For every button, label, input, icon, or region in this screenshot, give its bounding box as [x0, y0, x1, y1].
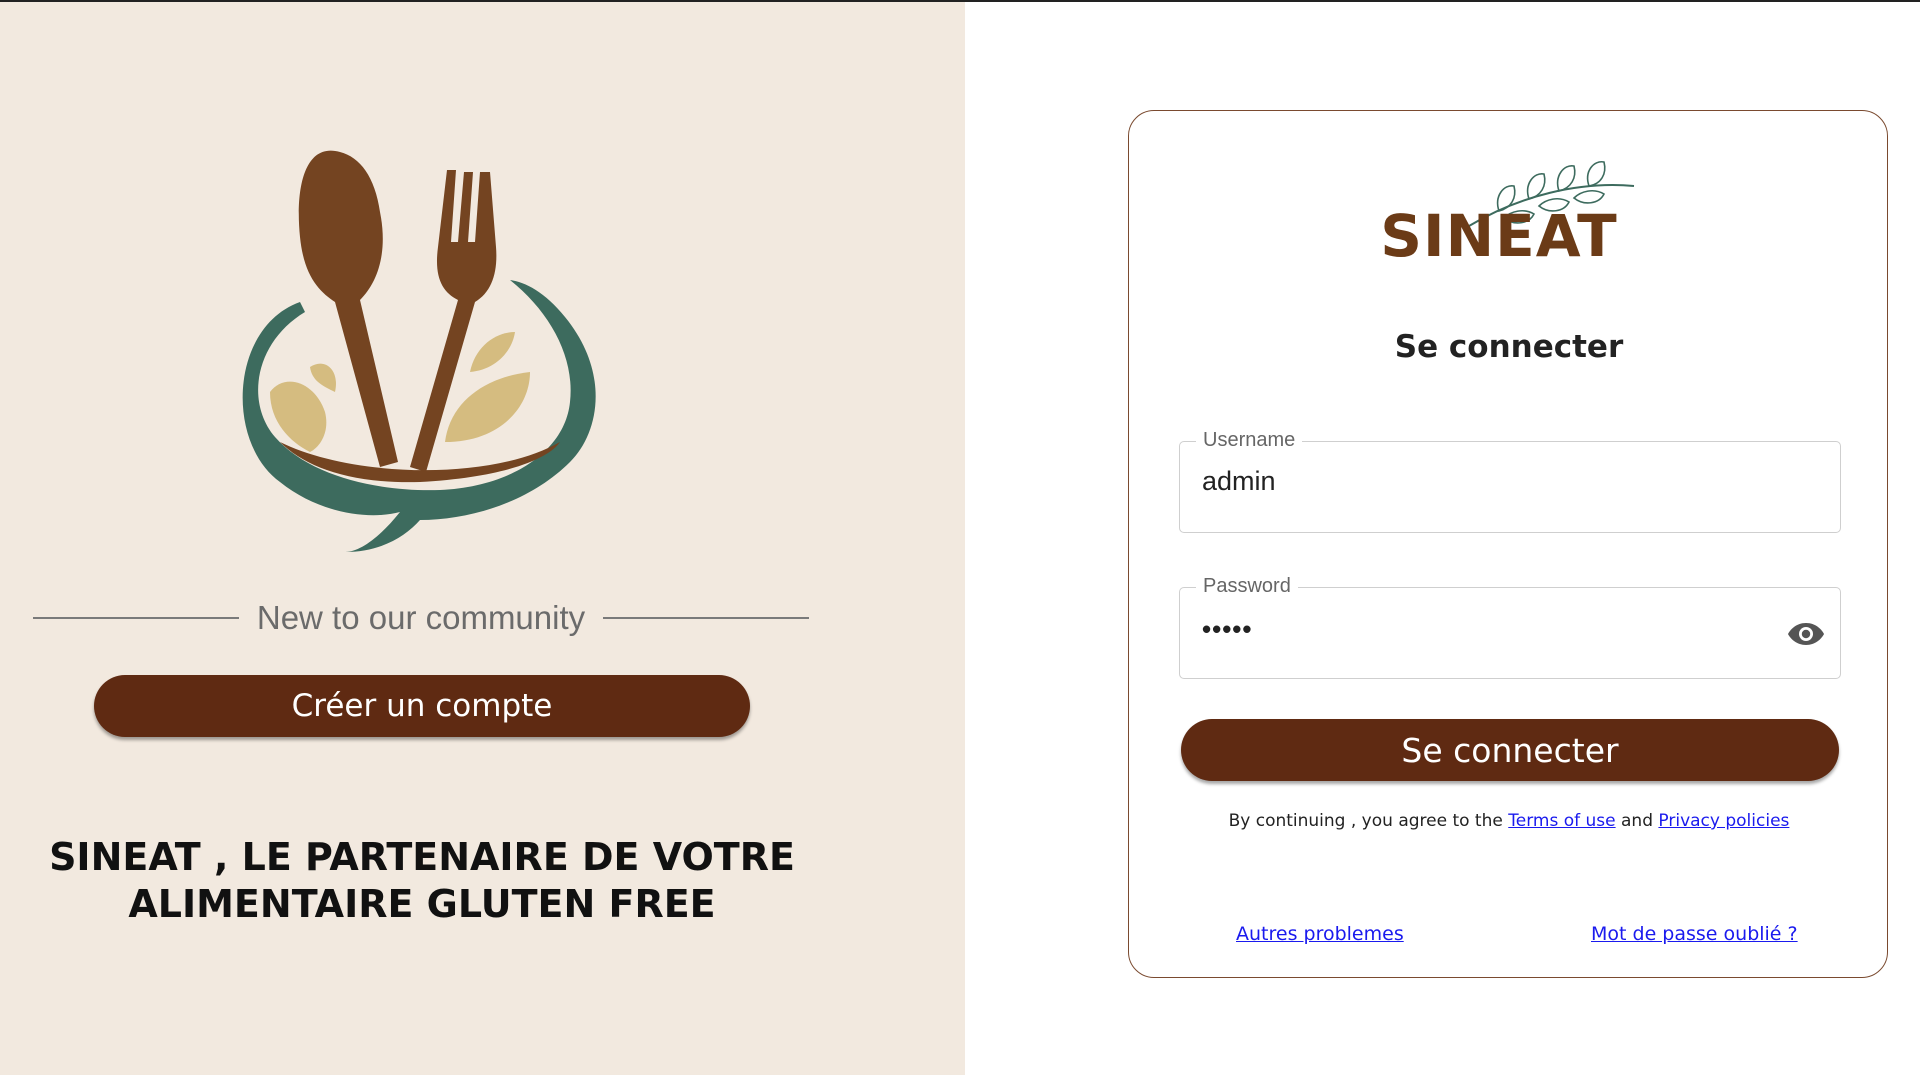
spoon-fork-logo: [242, 150, 596, 552]
username-label: Username: [1196, 429, 1303, 452]
terms-prefix: By continuing , you agree to the: [1228, 811, 1509, 831]
password-field[interactable]: Password •••••: [1179, 575, 1841, 679]
password-input[interactable]: •••••: [1202, 614, 1253, 645]
create-account-button[interactable]: Créer un compte: [94, 675, 750, 737]
brand-name: SINEAT: [1380, 202, 1618, 270]
username-input[interactable]: admin: [1202, 466, 1276, 497]
eye-icon[interactable]: [1786, 616, 1826, 652]
terms-notice: By continuing , you agree to the Terms o…: [1129, 811, 1889, 831]
username-field[interactable]: Username admin: [1179, 429, 1841, 533]
community-divider: New to our community: [33, 594, 809, 642]
other-problems-link[interactable]: Autres problemes: [1236, 923, 1404, 945]
terms-link[interactable]: Terms of use: [1508, 811, 1615, 831]
brand-logo: SINEAT: [1369, 156, 1649, 276]
divider-line-left: [33, 617, 239, 619]
community-text: New to our community: [256, 599, 586, 636]
divider-line-right: [603, 617, 809, 619]
tagline: SINEAT , LE PARTENAIRE DE VOTRE ALIMENTA…: [40, 834, 804, 928]
tagline-line1: SINEAT , LE PARTENAIRE DE VOTRE: [49, 835, 795, 879]
left-panel: New to our community Créer un compte SIN…: [0, 2, 965, 1075]
login-button[interactable]: Se connecter: [1181, 719, 1839, 781]
terms-and: and: [1615, 811, 1659, 831]
privacy-link[interactable]: Privacy policies: [1658, 811, 1789, 831]
login-card: SINEAT Se connecter Username admin Passw…: [1128, 110, 1888, 978]
login-title: Se connecter: [1394, 329, 1624, 365]
password-label: Password: [1196, 575, 1298, 598]
tagline-line2: ALIMENTAIRE GLUTEN FREE: [128, 882, 716, 926]
forgot-password-link[interactable]: Mot de passe oublié ?: [1591, 923, 1798, 945]
